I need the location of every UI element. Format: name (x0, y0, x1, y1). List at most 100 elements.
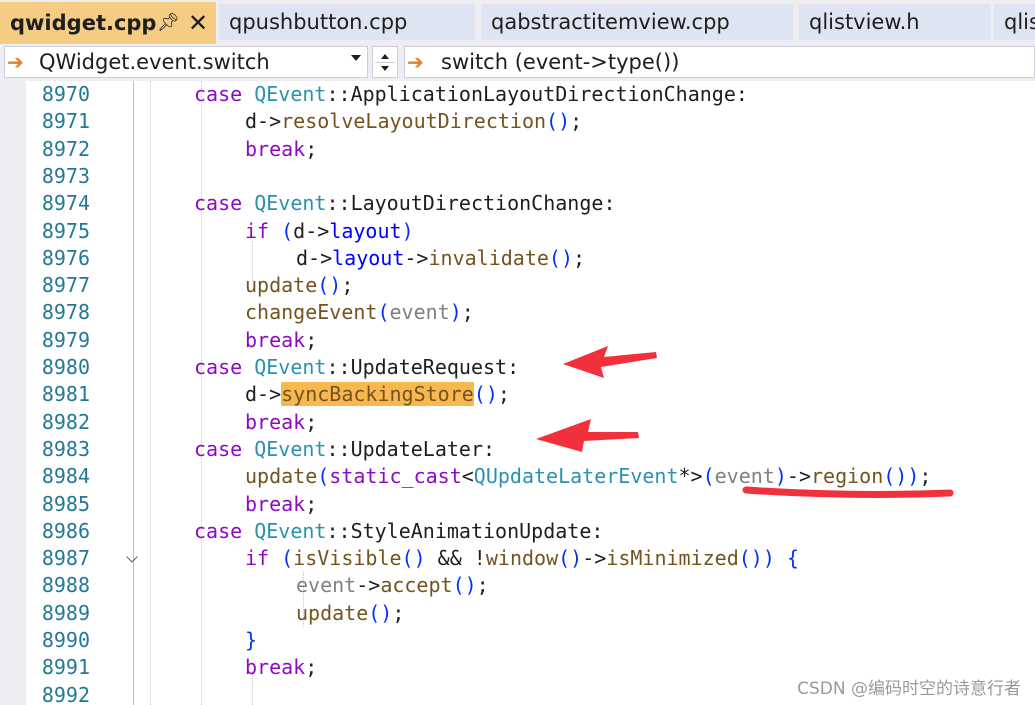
code-line[interactable]: 8990} (0, 627, 1035, 654)
code-token: case (194, 436, 255, 461)
code-token: ; (305, 327, 318, 352)
member-dropdown[interactable]: ➔ switch (event->type()) (404, 46, 1035, 78)
code-token: layout (329, 218, 402, 243)
code-token: static_cast (329, 464, 462, 489)
tab-label: qpushbutton.cpp (229, 10, 408, 34)
code-token: -> (786, 464, 811, 489)
scope-dropdown[interactable]: ➔ QWidget.event.switch (4, 46, 368, 78)
member-arrow-icon: ➔ (407, 50, 424, 74)
code-token: event (296, 573, 357, 598)
line-number: 8971 (41, 109, 90, 134)
line-number: 8972 (41, 136, 90, 161)
code-token: QEvent (254, 82, 327, 106)
code-line[interactable]: 8985 break; (0, 491, 1035, 518)
code-editor[interactable]: 8970 case QEvent::ApplicationLayoutDirect… (0, 81, 1035, 705)
code-token: *> (678, 464, 703, 489)
code-line[interactable]: 8972 break; (0, 136, 1035, 163)
code-line[interactable]: 8980 case QEvent::UpdateRequest: (0, 354, 1035, 381)
code-token: layout (332, 245, 405, 270)
code-token: && ! (425, 546, 486, 571)
code-line[interactable]: 8987 if (isVisible() && !window()->isMini… (0, 545, 1035, 572)
code-text: case QEvent::ApplicationLayoutDirectionC… (194, 81, 748, 108)
code-token: } (245, 628, 258, 652)
code-text: case QEvent::UpdateLater: (194, 436, 495, 463)
code-line[interactable]: 8979 break; (0, 327, 1035, 354)
code-line[interactable]: 8978 changeEvent(event); (0, 299, 1035, 326)
code-token: resolveLayoutDirection (281, 109, 547, 134)
code-text: case QEvent::LayoutDirectionChange: (194, 190, 615, 217)
code-token: () (368, 600, 393, 625)
code-text: d->layout->invalidate(); (296, 245, 585, 272)
code-line[interactable]: 8988 event->accept(); (0, 572, 1035, 599)
code-token: ; (305, 655, 318, 680)
code-token: ( (281, 218, 294, 243)
code-token: ; (305, 136, 318, 161)
code-token: QEvent (254, 436, 327, 461)
code-token: ; (476, 573, 489, 598)
code-line[interactable]: 8986 case QEvent::StyleAnimationUpdate: (0, 518, 1035, 545)
code-text: if (isVisible() && !window()->isMinimize… (245, 545, 799, 572)
code-line[interactable]: 8975 if (d->layout) (0, 218, 1035, 245)
code-line[interactable]: 8984 update(static_cast<QUpdateLaterEvent… (0, 463, 1035, 490)
code-text: break; (245, 654, 317, 681)
code-text: if (d->layout) (245, 218, 414, 245)
code-token: isMinimized (606, 546, 739, 571)
code-token: -> (257, 382, 282, 407)
code-token: event (714, 464, 775, 489)
code-text: break; (245, 327, 317, 354)
code-line[interactable]: 8973 (0, 163, 1035, 190)
code-line[interactable]: 8977 update(); (0, 272, 1035, 299)
code-text: } (245, 627, 257, 654)
code-token: syncBackingStore (281, 382, 474, 407)
chevron-down-icon[interactable] (351, 55, 361, 61)
tab-label: qlis (1004, 10, 1035, 34)
scope-spinner[interactable] (372, 46, 398, 78)
code-token: ; (305, 409, 318, 434)
code-line[interactable]: 8982 break; (0, 409, 1035, 436)
code-line[interactable]: 8974 case QEvent::LayoutDirectionChange: (0, 190, 1035, 217)
tab-qpushbutton-cpp[interactable]: qpushbutton.cpp (219, 4, 475, 40)
code-token: -> (257, 109, 282, 134)
tab-qlis[interactable]: qlis (994, 4, 1035, 40)
code-token: () (548, 245, 573, 270)
code-token: break (245, 655, 306, 680)
code-token: invalidate (428, 245, 549, 270)
spin-down-icon[interactable] (381, 66, 389, 71)
line-number: 8988 (41, 573, 90, 598)
code-text: case QEvent::StyleAnimationUpdate: (194, 518, 603, 545)
tab-qlistview-h[interactable]: qlistview.h (799, 4, 991, 40)
tab-qabstractitemview-cpp[interactable]: qabstractitemview.cpp (481, 4, 793, 40)
code-token: : (507, 355, 520, 379)
code-token: StyleAnimationUpdate (350, 518, 592, 543)
close-icon[interactable]: ✕ (188, 2, 208, 44)
spin-up-icon[interactable] (381, 54, 389, 59)
code-text: break; (245, 491, 317, 518)
collapse-chevron-icon[interactable] (126, 551, 138, 563)
code-line[interactable]: 8970 case QEvent::ApplicationLayoutDirect… (0, 81, 1035, 108)
code-line[interactable]: 8981 d->syncBackingStore(); (0, 381, 1035, 408)
code-text: event->accept(); (296, 572, 489, 599)
code-token: break (245, 327, 306, 352)
code-token: ; (341, 273, 354, 298)
code-token: update (245, 273, 318, 298)
code-token: : (483, 436, 496, 461)
tab-label: qwidget.cpp (10, 11, 157, 35)
code-token: < (461, 464, 474, 489)
code-line[interactable]: 8989 update(); (0, 600, 1035, 627)
line-number: 8982 (41, 409, 90, 434)
code-token: ; (392, 600, 405, 625)
code-line[interactable]: 8983 case QEvent::UpdateLater: (0, 436, 1035, 463)
code-text: d->syncBackingStore(); (245, 381, 510, 408)
tab-qwidget-cpp[interactable]: qwidget.cpp 📌︎ ✕ (0, 2, 216, 44)
code-token: ; (570, 109, 583, 134)
code-token: d (293, 218, 306, 243)
code-text: case QEvent::UpdateRequest: (194, 354, 519, 381)
pin-icon[interactable]: 📌︎ (157, 2, 180, 44)
code-token: QEvent (254, 355, 327, 379)
line-number: 8985 (41, 491, 90, 516)
code-line[interactable]: 8971 d->resolveLayoutDirection(); (0, 108, 1035, 135)
code-token: : (603, 191, 616, 216)
code-line[interactable]: 8976 d->layout->invalidate(); (0, 245, 1035, 272)
line-number: 8986 (41, 518, 90, 543)
document-tab-strip: qwidget.cpp 📌︎ ✕ qpushbutton.cpp qabstra… (0, 0, 1035, 44)
